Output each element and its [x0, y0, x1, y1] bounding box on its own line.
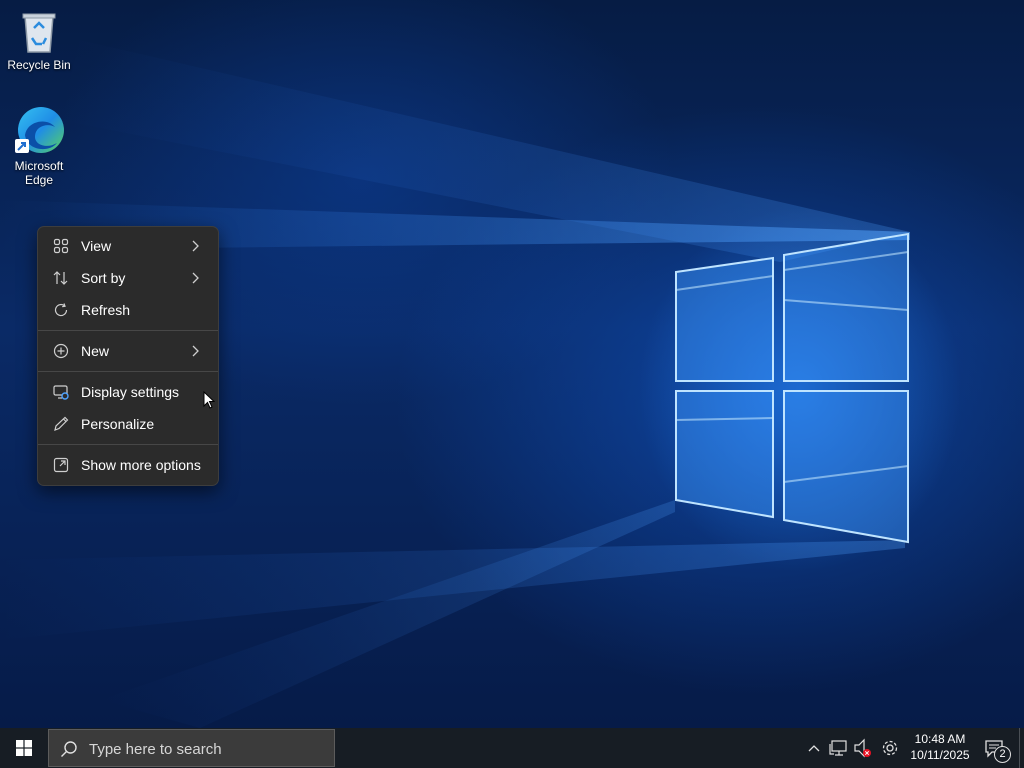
chevron-right-icon	[192, 345, 199, 357]
taskbar-search-box[interactable]: Type here to search	[48, 729, 335, 767]
mouse-pointer-icon	[203, 391, 215, 409]
start-button[interactable]	[0, 728, 48, 768]
display-settings-icon	[53, 385, 69, 400]
menu-item-label: View	[81, 238, 112, 254]
menu-item-refresh[interactable]: Refresh	[42, 295, 214, 325]
menu-item-label: Refresh	[81, 302, 131, 318]
windows-start-icon	[16, 740, 32, 756]
menu-separator	[38, 330, 218, 331]
menu-item-label: Sort by	[81, 270, 126, 286]
notification-center-button[interactable]: 2	[982, 728, 1011, 768]
sort-icon	[53, 271, 68, 285]
search-placeholder: Type here to search	[89, 741, 222, 758]
desktop-context-menu: View Sort by Refresh New Display setting…	[37, 226, 219, 486]
menu-item-label: Display settings	[81, 384, 180, 400]
menu-item-view[interactable]: View	[42, 231, 214, 261]
menu-item-show-more-options[interactable]: Show more options	[42, 450, 214, 480]
taskbar-clock[interactable]: 10:48 AM 10/11/2025	[900, 731, 980, 763]
recycle-bin-icon	[22, 13, 56, 53]
menu-item-display-settings[interactable]: Display settings	[42, 377, 214, 407]
show-desktop-button[interactable]	[1019, 728, 1024, 768]
menu-item-personalize[interactable]: Personalize	[42, 409, 214, 439]
network-icon[interactable]	[829, 728, 849, 768]
clock-date: 10/11/2025	[910, 748, 970, 762]
settings-gear-icon[interactable]	[880, 728, 900, 768]
chevron-right-icon	[192, 240, 199, 252]
edge-icon	[15, 107, 64, 153]
refresh-icon	[54, 303, 68, 317]
pen-icon	[54, 416, 69, 431]
search-icon	[61, 741, 77, 757]
chevron-right-icon	[192, 272, 199, 284]
menu-item-label: New	[81, 343, 110, 359]
desktop-icon-microsoft-edge[interactable]: Microsoft Edge	[4, 105, 74, 187]
desktop-icon-label: Microsoft Edge	[14, 159, 64, 187]
desktop-icon-label: Recycle Bin	[7, 58, 71, 72]
menu-item-sort-by[interactable]: Sort by	[42, 263, 214, 293]
desktop-wallpaper[interactable]: Recycle Bin Microsoft Edge View Sort by …	[0, 0, 1024, 728]
menu-separator	[38, 371, 218, 372]
more-options-icon	[53, 457, 69, 473]
clock-time: 10:48 AM	[914, 732, 966, 746]
menu-item-label: Show more options	[81, 457, 201, 473]
plus-circle-icon	[53, 343, 69, 359]
show-hidden-icons-chevron-icon[interactable]	[806, 728, 822, 768]
menu-separator	[38, 444, 218, 445]
menu-item-label: Personalize	[81, 416, 155, 432]
notification-count-badge: 2	[994, 746, 1011, 763]
windows-logo-glow	[675, 232, 909, 544]
menu-item-new[interactable]: New	[42, 336, 214, 366]
taskbar: Type here to search 10:48 AM 10/11/2025 …	[0, 728, 1024, 768]
desktop-icon-recycle-bin[interactable]: Recycle Bin	[4, 8, 74, 72]
notification-count: 2	[999, 748, 1006, 760]
volume-muted-icon[interactable]	[852, 728, 874, 768]
view-grid-icon	[53, 238, 69, 254]
